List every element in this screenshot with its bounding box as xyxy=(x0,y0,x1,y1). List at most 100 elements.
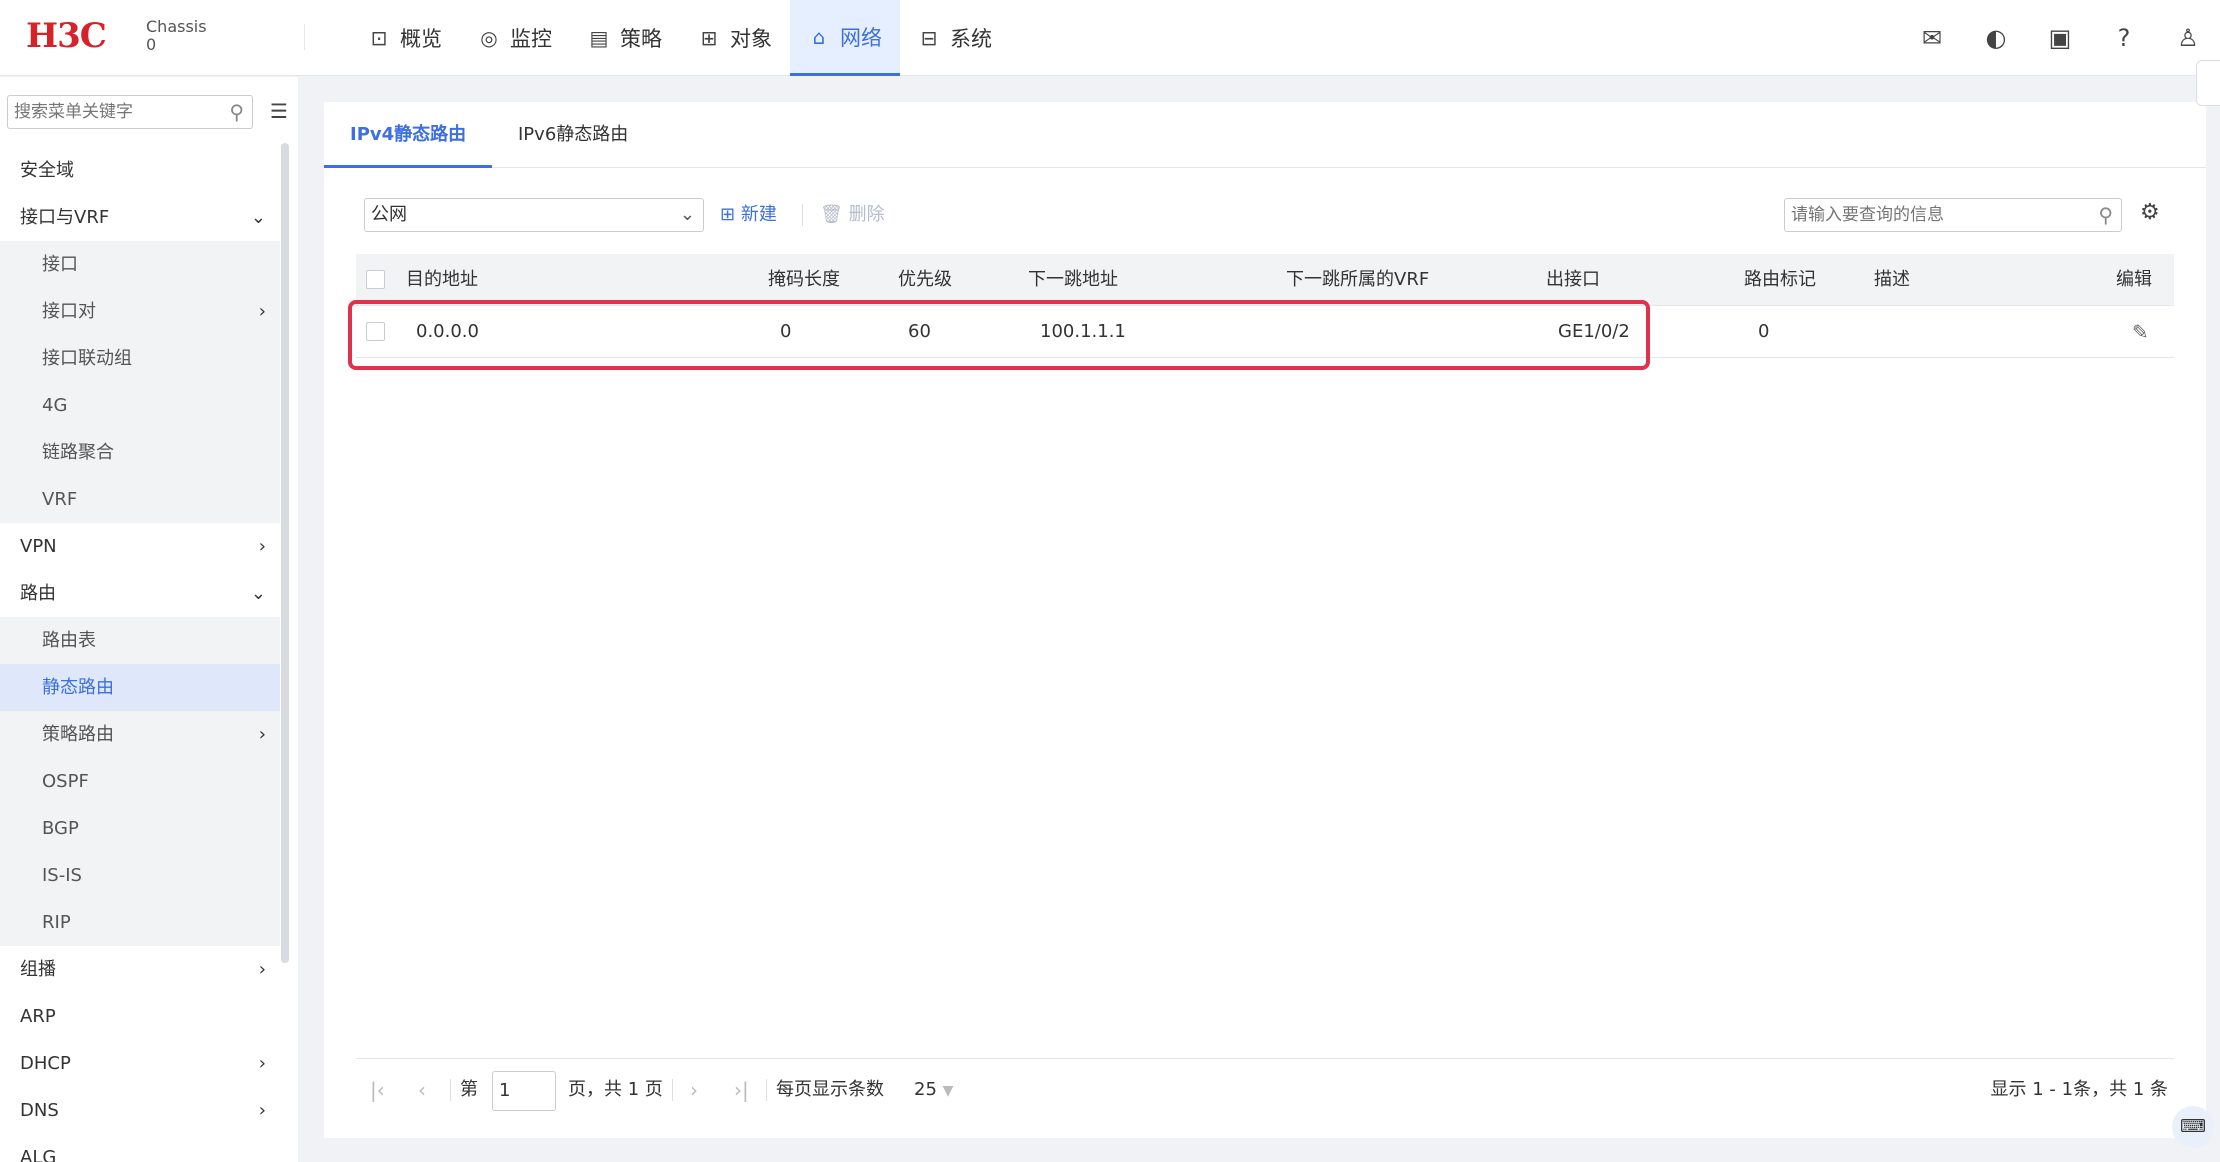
delete-button-label: 删除 xyxy=(848,204,885,225)
pagination-summary: 显示 1 - 1条，共 1 条 xyxy=(1990,1079,2168,1100)
sidebar-item-rip[interactable]: RIP xyxy=(0,899,280,946)
nav-system[interactable]: ⊟ 系统 xyxy=(900,0,1010,76)
nav-label: 系统 xyxy=(950,27,992,51)
sidebar-item-label: DNS xyxy=(20,1100,59,1121)
sidebar-item-dhcp[interactable]: DHCP › xyxy=(0,1040,280,1087)
nav-label: 概览 xyxy=(400,27,442,51)
chevron-right-icon: › xyxy=(258,724,266,745)
edit-icon[interactable]: ✎ xyxy=(2132,306,2149,358)
sidebar-item-security-zone[interactable]: 安全域 xyxy=(0,147,280,194)
sidebar-scrollbar[interactable] xyxy=(281,143,289,963)
sidebar-item-dns[interactable]: DNS › xyxy=(0,1087,280,1134)
nav-monitor[interactable]: ◎ 监控 xyxy=(460,0,570,76)
chassis-number: 0 xyxy=(146,35,157,54)
column-header-nexthop-vrf[interactable]: 下一跳所属的VRF xyxy=(1286,254,1429,306)
sidebar-item-interface[interactable]: 接口 xyxy=(0,241,280,288)
sidebar-item-link-aggregation[interactable]: 链路聚合 xyxy=(0,429,280,476)
mailbox-icon[interactable]: ✉ xyxy=(1900,24,1964,52)
palette-icon[interactable]: ◐ xyxy=(1964,24,2028,52)
tab-ipv4-static-route[interactable]: IPv4静态路由 xyxy=(324,102,493,168)
column-header-nexthop[interactable]: 下一跳地址 xyxy=(1028,254,1118,306)
sidebar-item-alg[interactable]: ALG xyxy=(0,1134,280,1162)
trash-icon: 🗑 xyxy=(820,204,843,225)
page-number-input[interactable]: 1 xyxy=(492,1071,556,1111)
sidebar-item-vpn[interactable]: VPN › xyxy=(0,523,280,570)
sidebar-item-label: 组播 xyxy=(20,959,56,980)
user-icon[interactable]: ♙ xyxy=(2156,24,2220,52)
last-page-icon[interactable]: ›| xyxy=(734,1059,749,1121)
clipboard-icon: ▤ xyxy=(589,26,609,50)
nav-object[interactable]: ⊞ 对象 xyxy=(680,0,790,76)
delete-button[interactable]: 🗑 删除 xyxy=(820,198,885,232)
first-page-icon[interactable]: |‹ xyxy=(370,1059,385,1121)
column-header-interface[interactable]: 出接口 xyxy=(1546,254,1600,306)
sidebar-item-static-route[interactable]: 静态路由 xyxy=(0,664,280,711)
sidebar-item-label: 静态路由 xyxy=(42,677,114,698)
sidebar-item-ospf[interactable]: OSPF xyxy=(0,758,280,805)
grid-icon: ⊞ xyxy=(700,26,718,50)
pagination: |‹ ‹ 第 1 页，共 1 页 › ›| 每页显示条数 25 ▼ 显示 1 -… xyxy=(356,1058,2174,1120)
sidebar-item-label: VPN xyxy=(20,536,57,557)
menu-search-input[interactable] xyxy=(8,96,208,128)
sidebar-item-vrf[interactable]: VRF xyxy=(0,476,280,523)
page-total: 页，共 1 页 xyxy=(568,1079,663,1100)
select-all-checkbox[interactable] xyxy=(366,270,385,289)
per-page-select[interactable]: 25 ▼ xyxy=(914,1059,953,1121)
search-icon[interactable]: ⚲ xyxy=(2098,203,2113,227)
sidebar-item-label: 安全域 xyxy=(20,160,74,181)
sidebar-item-bgp[interactable]: BGP xyxy=(0,805,280,852)
column-header-dest[interactable]: 目的地址 xyxy=(406,254,478,306)
plus-icon: ⊞ xyxy=(720,204,736,225)
column-header-description[interactable]: 描述 xyxy=(1874,254,1910,306)
column-header-mask[interactable]: 掩码长度 xyxy=(768,254,840,306)
divider xyxy=(450,1079,451,1101)
nav-network[interactable]: ⌂ 网络 xyxy=(790,0,900,76)
sidebar-item-label: VRF xyxy=(42,489,78,510)
sidebar-menu: 安全域 接口与VRF ⌄ 接口 接口对 › 接口联动组 4G 链路聚合 VRF VP… xyxy=(0,147,280,1162)
sidebar-item-routing-table[interactable]: 路由表 xyxy=(0,617,280,664)
sidebar-item-routing[interactable]: 路由 ⌄ xyxy=(0,570,280,617)
side-panel-tab[interactable] xyxy=(2196,60,2220,106)
help-icon[interactable]: ? xyxy=(2092,24,2156,52)
nav-overview[interactable]: ⊡ 概览 xyxy=(350,0,460,76)
column-header-priority[interactable]: 优先级 xyxy=(898,254,952,306)
divider xyxy=(672,1079,673,1101)
nav-label: 监控 xyxy=(510,27,552,51)
sidebar-item-interface-group[interactable]: 接口联动组 xyxy=(0,335,280,382)
nav-label: 对象 xyxy=(730,27,772,51)
chevron-down-icon: ⌄ xyxy=(250,207,266,228)
next-page-icon[interactable]: › xyxy=(690,1059,698,1121)
h3c-logo: H3C xyxy=(26,16,107,56)
save-icon[interactable]: ▣ xyxy=(2028,24,2092,52)
sidebar-item-multicast[interactable]: 组播 › xyxy=(0,946,280,993)
sidebar-item-isis[interactable]: IS-IS xyxy=(0,852,280,899)
tab-ipv6-static-route[interactable]: IPv6静态路由 xyxy=(492,102,654,168)
query-input[interactable] xyxy=(1785,199,2075,231)
top-bar: H3C Chassis 0 ⊡ 概览 ◎ 监控 ▤ 策略 ⊞ 对象 ⌂ 网络 ⊟ 系统 ✉ … xyxy=(0,0,2220,76)
menu-search-box: ⚲ xyxy=(7,95,253,129)
prev-page-icon[interactable]: ‹ xyxy=(418,1059,426,1121)
sidebar-item-label: 路由表 xyxy=(42,630,96,651)
main-nav: ⊡ 概览 ◎ 监控 ▤ 策略 ⊞ 对象 ⌂ 网络 ⊟ 系统 xyxy=(350,0,1010,76)
main-content: IPv4静态路由 IPv6静态路由 公网 ⌄ ⊞ 新建 🗑 删除 ⚲ ⚙ 目的地… xyxy=(324,102,2206,1138)
collapse-menu-icon[interactable]: ☰ xyxy=(270,99,288,123)
gear-icon[interactable]: ⚙ xyxy=(2140,200,2160,225)
sidebar-item-arp[interactable]: ARP xyxy=(0,993,280,1040)
vrf-select[interactable]: 公网 ⌄ xyxy=(364,198,704,232)
caret-down-icon: ▼ xyxy=(942,1083,954,1099)
divider xyxy=(304,24,305,50)
new-button[interactable]: ⊞ 新建 xyxy=(720,198,777,232)
sidebar-item-label: IS-IS xyxy=(42,865,82,886)
chevron-right-icon: › xyxy=(258,959,266,980)
nav-policy[interactable]: ▤ 策略 xyxy=(570,0,680,76)
sidebar-item-interface-pair[interactable]: 接口对 › xyxy=(0,288,280,335)
sidebar-item-policy-route[interactable]: 策略路由 › xyxy=(0,711,280,758)
sidebar-item-label: 链路聚合 xyxy=(42,442,114,463)
column-header-route-tag[interactable]: 路由标记 xyxy=(1744,254,1816,306)
sidebar-item-interface-vrf[interactable]: 接口与VRF ⌄ xyxy=(0,194,280,241)
sidebar-item-label: RIP xyxy=(42,912,71,933)
sidebar-item-4g[interactable]: 4G xyxy=(0,382,280,429)
chevron-down-icon: ⌄ xyxy=(679,204,695,225)
console-icon[interactable]: ⌨ xyxy=(2172,1106,2214,1148)
search-icon[interactable]: ⚲ xyxy=(229,100,244,124)
